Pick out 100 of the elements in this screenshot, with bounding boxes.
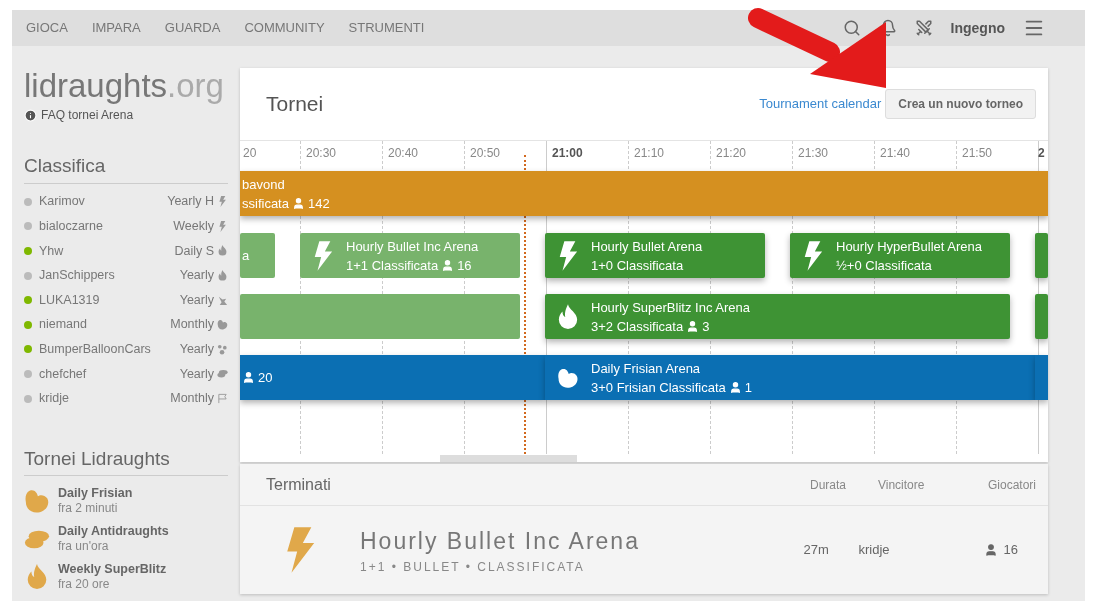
time-tick: 21:50 xyxy=(962,145,993,162)
trophy-label: Yearly H xyxy=(167,193,214,211)
table-title: Terminati xyxy=(266,474,331,495)
event-name: bavond xyxy=(242,175,286,194)
tournament-event[interactable]: a xyxy=(240,233,275,278)
tournament-event[interactable] xyxy=(1035,294,1048,339)
player-link[interactable]: LUKA1319 xyxy=(39,290,100,310)
event-info: 1+1 Classificata xyxy=(346,256,439,275)
time-tick: 20:50 xyxy=(470,145,501,162)
trophy-label: Yearly xyxy=(179,341,214,358)
event-name: Daily Frisian Arena xyxy=(591,359,702,378)
piece-icon xyxy=(217,368,228,380)
section-title: Classifica xyxy=(24,152,228,184)
players-cell-text: 16 xyxy=(1003,541,1018,560)
tournament-event[interactable]: bavond ssificata 142 xyxy=(240,171,1048,216)
player-link[interactable]: chefchef xyxy=(39,364,87,384)
flag-icon xyxy=(217,393,228,405)
time-tick: 21:10 xyxy=(634,145,665,162)
tournament-row[interactable]: Hourly Bullet Inc Arena 1+1 • BULLET • CLASSIFICATA 27m kridje 16 xyxy=(240,506,1048,594)
info-icon xyxy=(24,108,37,122)
event-name: Hourly Bullet Arena xyxy=(591,237,703,256)
event-info: 1+0 Classificata xyxy=(591,256,684,275)
tournament-event[interactable]: Hourly Bullet Inc Arena 1+1 Classificata 16 xyxy=(300,233,520,278)
tournament-link[interactable]: Weekly SuperBlitz xyxy=(58,562,167,578)
tournament-event[interactable] xyxy=(1035,233,1048,278)
lightning-icon xyxy=(802,240,824,271)
create-tournament-button[interactable]: Crea un nuovo torneo xyxy=(885,89,1036,119)
time-tick: 21:20 xyxy=(716,145,747,162)
player-link[interactable]: Karimov xyxy=(39,192,85,212)
event-info: ½+0 Classificata xyxy=(836,256,932,275)
player-link[interactable]: bialoczarne xyxy=(39,217,103,236)
rabbit-icon xyxy=(217,294,228,306)
page-title: Tornei xyxy=(266,91,324,118)
tournament-time: fra 20 ore xyxy=(58,577,111,593)
time-tick: 21:00 xyxy=(552,145,583,162)
trophy-label: Yearly xyxy=(179,267,214,285)
nav-link[interactable]: IMPARA xyxy=(91,18,141,38)
tournament-time: fra 2 minuti xyxy=(58,501,119,517)
column-header: Giocatori xyxy=(987,476,1036,494)
tournament-link[interactable]: Daily Antidraughts xyxy=(58,524,169,540)
trophy-label: Monthly xyxy=(170,390,214,408)
trophy-label: Daily S xyxy=(174,242,214,260)
tournament-event[interactable]: Hourly SuperBlitz Inc Arena 3+2 Classificata 3 xyxy=(545,294,1010,339)
player-link[interactable]: Yhw xyxy=(39,241,64,261)
user-icon xyxy=(441,258,455,272)
tournament-event[interactable]: Daily Frisian Arena 3+0 Frisian Classificata 1 xyxy=(545,355,1035,400)
player-count: 1 xyxy=(744,378,752,397)
scrollbar-thumb[interactable] xyxy=(440,455,577,462)
player-link[interactable]: niemand xyxy=(39,315,87,335)
tournament-event[interactable]: 20 xyxy=(240,355,545,400)
player-count: 16 xyxy=(457,256,472,275)
blob-icon xyxy=(24,488,50,515)
player-link[interactable]: JanSchippers xyxy=(39,266,115,285)
calendar-link[interactable]: Tournament calendar xyxy=(759,94,882,114)
winner-cell-text: kridje xyxy=(858,541,891,560)
site-logo[interactable]: lidraughts.org xyxy=(24,68,228,104)
user-name[interactable]: Ingegno xyxy=(950,17,1005,39)
trophy-label: Weekly xyxy=(173,218,214,235)
lightning-icon xyxy=(312,240,334,271)
user-icon xyxy=(291,196,305,210)
event-name: Hourly HyperBullet Arena xyxy=(836,237,982,256)
trophy-label: Yearly xyxy=(179,291,214,309)
nav-link[interactable]: GUARDA xyxy=(164,18,221,38)
tournament-event[interactable] xyxy=(240,294,520,339)
time-tick: 20:30 xyxy=(306,145,337,162)
tournament-event[interactable] xyxy=(1035,355,1048,400)
time-tick: 20:40 xyxy=(388,145,419,162)
player-count: 20 xyxy=(258,369,273,387)
tournament-event[interactable]: Hourly Bullet Arena 1+0 Classificata xyxy=(545,233,765,278)
column-header: Vincitore xyxy=(877,476,926,494)
user-icon xyxy=(728,380,742,394)
nav-link[interactable]: STRUMENTI xyxy=(348,18,425,38)
event-info: ssificata xyxy=(242,194,289,213)
faq-link[interactable]: FAQ tornei Arena xyxy=(41,106,134,124)
time-tick: 2 xyxy=(1038,145,1045,162)
event-name: Hourly Bullet Inc Arena xyxy=(346,237,479,256)
time-tick: 20 xyxy=(243,145,257,162)
event-info: 3+0 Frisian Classificata xyxy=(591,378,726,397)
time-tick: 21:40 xyxy=(880,145,911,162)
lightning-icon xyxy=(557,240,579,271)
swords-icon[interactable] xyxy=(914,19,933,37)
flame-icon xyxy=(217,245,228,257)
tournament-time: fra un'ora xyxy=(58,539,110,555)
blob-icon xyxy=(217,319,228,331)
nav-link[interactable]: GIOCA xyxy=(26,18,68,38)
tournament-event[interactable]: Hourly HyperBullet Arena ½+0 Classificata xyxy=(790,233,1010,278)
user-icon xyxy=(983,543,998,557)
event-info: 3+2 Classificata xyxy=(591,317,684,336)
lightning-icon xyxy=(217,196,228,208)
player-link[interactable]: BumperBalloonCars xyxy=(39,340,151,359)
user-icon xyxy=(686,319,700,333)
nav-link[interactable]: COMMUNITY xyxy=(244,18,325,38)
time-tick: 21:30 xyxy=(798,145,829,162)
tournament-link[interactable]: Daily Frisian xyxy=(58,486,133,502)
trophy-label: Yearly xyxy=(179,365,214,383)
player-link[interactable]: kridje xyxy=(39,389,69,408)
search-icon[interactable] xyxy=(842,19,861,37)
trophy-label: Monthly xyxy=(170,316,214,334)
event-name: Hourly SuperBlitz Inc Arena xyxy=(591,298,750,317)
user-icon xyxy=(242,371,255,384)
